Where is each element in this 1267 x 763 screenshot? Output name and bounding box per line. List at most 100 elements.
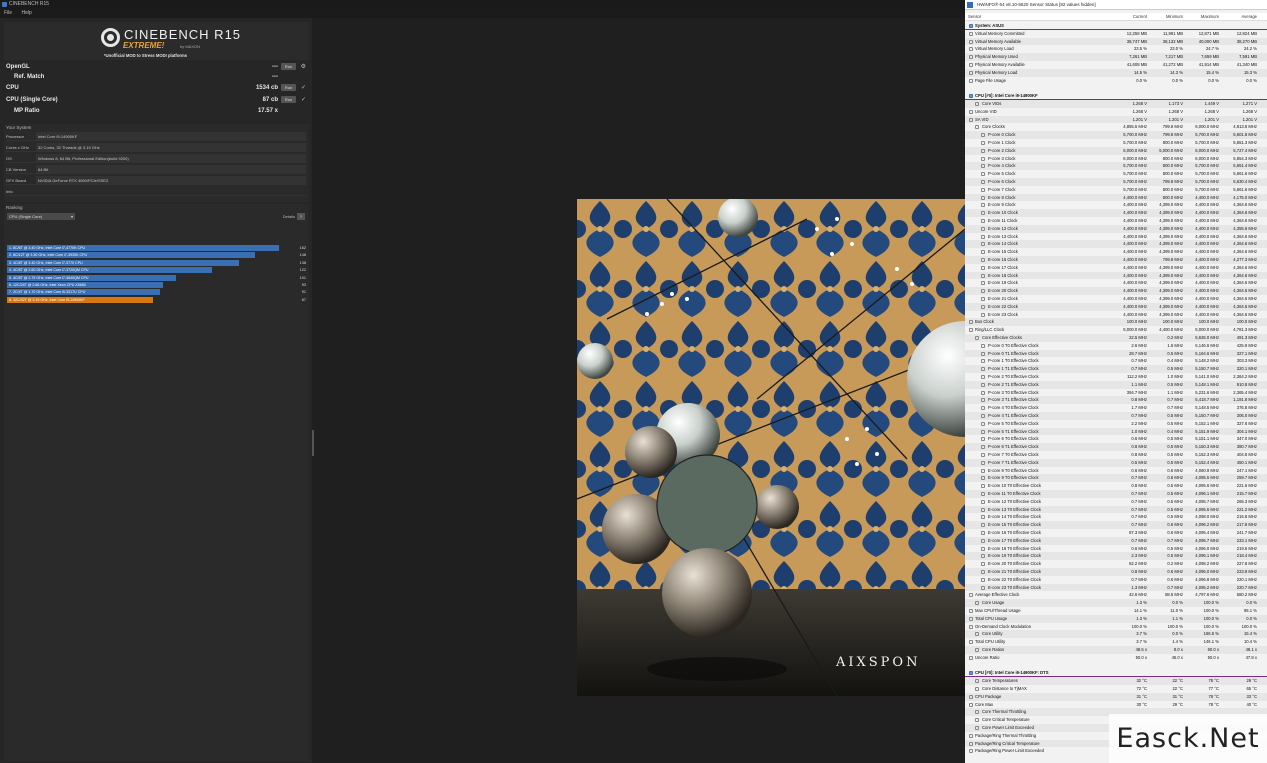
ranking-row[interactable]: 3. 4C/8T @ 3.40 GHz, Intel Core i7-3770 … <box>7 259 307 266</box>
sensor-row[interactable]: E-core 10 Clock 4,400.0 MHz 4,399.0 MHz 4,4… <box>965 209 1267 217</box>
sensor-row[interactable]: E-core 16 T0 Effective Clock 87.3 MHz 0.6 … <box>965 529 1267 537</box>
opengl-settings-icon[interactable]: ⚙ <box>301 62 306 72</box>
sensor-row[interactable]: E-core 19 Clock 4,400.0 MHz 4,399.0 MHz 4,4… <box>965 279 1267 287</box>
sensor-row[interactable]: E-core 9 Clock 4,400.0 MHz 4,399.0 MHz 4,40… <box>965 201 1267 209</box>
sensor-row[interactable]: E-core 21 Clock 4,400.0 MHz 4,399.0 MHz 4,4… <box>965 295 1267 303</box>
sensor-row[interactable]: Core Utility 3.7 % 0.0 % 166.5 % 15.4 % <box>965 630 1267 639</box>
sensor-row[interactable]: P-core 4 T1 Effective Clock 0.7 MHz 0.5 MH… <box>965 412 1267 420</box>
col-maximum[interactable]: Maximum <box>1185 13 1219 21</box>
sensor-row[interactable]: P-core 1 Clock 5,700.0 MHz 800.0 MHz 5,700.… <box>965 139 1267 147</box>
sensor-row[interactable]: Ring/LLC Clock 5,000.0 MHz 4,400.0 MHz 5,00… <box>965 326 1267 334</box>
sensor-row[interactable]: E-core 23 T0 Effective Clock 1.3 MHz 0.7 M… <box>965 583 1267 592</box>
sensor-row[interactable]: E-core 11 Clock 4,400.0 MHz 4,399.0 MHz 4,4… <box>965 217 1267 225</box>
sensor-row[interactable]: Uncore VID 1.268 V 1.268 V 1.268 V 1.268 V <box>965 108 1267 116</box>
sensor-row[interactable]: E-core 14 Clock 4,400.0 MHz 4,399.0 MHz 4,4… <box>965 240 1267 249</box>
sensor-row[interactable]: Total CPU Usage 1.3 % 1.1 % 100.0 % 0.0 % <box>965 614 1267 623</box>
sensor-row[interactable]: P-core 2 T1 Effective Clock 1.1 MHz 0.5 MH… <box>965 380 1267 389</box>
sensor-row[interactable]: E-core 9 T0 Effective Clock 0.7 MHz 0.6 MH… <box>965 474 1267 483</box>
sensor-row[interactable]: E-core 20 Clock 4,400.0 MHz 4,399.0 MHz 4,4… <box>965 287 1267 295</box>
ranking-info-button[interactable]: ? <box>297 213 305 220</box>
ranking-row[interactable]: 7. 2C/4T @ 1.70 GHz, Intel Core i5-3317U… <box>7 289 307 296</box>
sensor-row[interactable]: CPU Package 31 °C 31 °C 78 °C 33 °C <box>965 692 1267 701</box>
ranking-row[interactable]: 5. 4C/8T @ 2.79 GHz, Intel Core i7-3840Q… <box>7 274 307 281</box>
sensor-row[interactable]: Core Clocks 4,855.5 MHz 799.8 MHz 6,000.0 M… <box>965 123 1267 131</box>
sensor-row[interactable]: Bus Clock 100.0 MHz 100.0 MHz 100.0 MHz 100.… <box>965 318 1267 327</box>
sensor-row[interactable]: E-core 18 T0 Effective Clock 0.6 MHz 0.5 M… <box>965 545 1267 553</box>
sensor-row[interactable]: E-core 23 Clock 4,400.0 MHz 4,399.0 MHz 4,4… <box>965 311 1267 319</box>
sensor-row[interactable]: P-core 2 Clock 6,000.0 MHz 5,000.0 MHz 6,00… <box>965 146 1267 155</box>
sensor-row[interactable]: Core Effective Clocks 22.5 MHz 0.2 MHz 5,63… <box>965 334 1267 342</box>
sensor-row[interactable]: Core Usage 1.3 % 0.0 % 100.0 % 0.0 % <box>965 599 1267 607</box>
ranking-details-label[interactable]: Details <box>283 213 295 220</box>
sensor-row[interactable]: P-core 1 T0 Effective Clock 0.7 MHz 0.4 MH… <box>965 357 1267 365</box>
sensor-row[interactable]: P-core 5 Clock 5,700.0 MHz 800.0 MHz 5,700.… <box>965 170 1267 178</box>
sensor-row[interactable]: E-core 13 Clock 4,400.0 MHz 4,399.0 MHz 4,4… <box>965 233 1267 241</box>
col-current[interactable]: Current <box>1113 13 1147 21</box>
sensor-row[interactable]: Core Temperatures 32 °C 22 °C 78 °C 29 °C <box>965 677 1267 685</box>
sensor-row[interactable]: P-core 0 T0 Effective Clock 2.6 MHz 1.6 MH… <box>965 342 1267 350</box>
sensor-row[interactable]: P-core 6 T0 Effective Clock 0.6 MHz 0.5 MH… <box>965 435 1267 443</box>
sensor-row[interactable]: Virtual Memory Committed 12,258 MB 11,991 … <box>965 30 1267 38</box>
sensor-row[interactable]: Total CPU Utility 3.7 % 1.4 % 146.1 % 10.4 % <box>965 638 1267 646</box>
sensor-row[interactable]: P-core 5 T0 Effective Clock 2.2 MHz 0.5 MH… <box>965 420 1267 428</box>
sensor-row[interactable]: P-core 0 T1 Effective Clock 28.7 MHz 0.5 M… <box>965 349 1267 358</box>
sensor-row[interactable]: Page File Usage 0.0 % 0.0 % 0.0 % 0.0 % <box>965 77 1267 85</box>
sensor-row[interactable]: P-core 7 T0 Effective Clock 0.8 MHz 0.5 MH… <box>965 451 1267 459</box>
sensor-row[interactable]: Physical Memory Used 7,261 MB 7,217 MB 7,65… <box>965 53 1267 61</box>
sensor-row[interactable]: Core VIDs 1.268 V 1.173 V 1.449 V 1.271 V <box>965 100 1267 108</box>
ranking-row[interactable]: 6. 12C/24T @ 2.66 GHz, Intel Xeon CPU X5… <box>7 282 307 288</box>
sensor-row[interactable]: E-core 17 Clock 4,400.0 MHz 4,399.0 MHz 4,4… <box>965 264 1267 272</box>
sensor-row[interactable]: Core Distance to TjMAX 72 °C 22 °C 77 °C 65 … <box>965 685 1267 693</box>
col-average[interactable]: Average <box>1223 13 1257 21</box>
sensor-row[interactable]: P-core 5 T1 Effective Clock 1.0 MHz 0.4 MH… <box>965 427 1267 436</box>
sensor-row[interactable]: E-core 22 Clock 4,400.0 MHz 4,399.0 MHz 4,4… <box>965 302 1267 311</box>
sensor-row[interactable]: Virtual Memory Load 23.5 % 23.0 % 24.7 % 24.… <box>965 45 1267 53</box>
sensor-row[interactable]: P-core 7 T1 Effective Clock 0.5 MHz 0.5 MH… <box>965 458 1267 467</box>
sensor-row[interactable]: SA VID 1.201 V 1.201 V 1.201 V 1.201 V <box>965 115 1267 124</box>
sensor-row[interactable]: P-core 6 Clock 5,700.0 MHz 799.8 MHz 5,700.… <box>965 178 1267 186</box>
sensor-row[interactable]: E-core 19 T0 Effective Clock 2.3 MHz 0.5 M… <box>965 552 1267 561</box>
sensor-row[interactable]: E-core 21 T0 Effective Clock 0.8 MHz 0.6 M… <box>965 568 1267 576</box>
menu-file[interactable]: File <box>4 10 12 16</box>
ranking-row[interactable]: 1. 6C/6T @ 3.40 GHz, Intel Core i7-4770K… <box>7 245 307 251</box>
sensor-row[interactable]: E-core 8 T0 Effective Clock 0.6 MHz 0.6 MH… <box>965 467 1267 475</box>
sensor-row[interactable]: P-core 4 Clock 5,700.0 MHz 800.0 MHz 5,700.… <box>965 162 1267 171</box>
sensor-row[interactable]: E-core 16 Clock 4,400.0 MHz 799.8 MHz 4,400… <box>965 256 1267 264</box>
sensor-row[interactable]: Physical Memory Load 14.5 % 14.3 % 15.4 % 15… <box>965 68 1267 77</box>
sensor-row[interactable]: E-core 14 T0 Effective Clock 0.7 MHz 0.5 M… <box>965 513 1267 521</box>
cpu-check-icon[interactable]: ✓ <box>301 83 306 93</box>
ranking-category-select[interactable]: CPU (Single Core) ▾ <box>7 213 75 220</box>
col-sensor[interactable]: Sensor <box>968 13 981 21</box>
sensor-row[interactable]: E-core 15 T0 Effective Clock 0.7 MHz 0.6 M… <box>965 521 1267 529</box>
sensor-row[interactable]: P-core 6 T1 Effective Clock 0.8 MHz 0.5 MH… <box>965 443 1267 451</box>
sensor-row[interactable]: E-core 22 T0 Effective Clock 0.7 MHz 0.6 M… <box>965 576 1267 584</box>
sensor-row[interactable]: E-core 20 T0 Effective Clock 82.2 MHz 0.2 … <box>965 560 1267 568</box>
ranking-row[interactable]: 8. 32C/32T @ 3.19 GHz, Intel Core i9-149… <box>7 296 307 303</box>
sensor-row[interactable]: On-Demand Clock Modulation 100.0 % 100.0 %… <box>965 623 1267 631</box>
sensor-row[interactable]: E-core 18 Clock 4,400.0 MHz 4,399.0 MHz 4,4… <box>965 271 1267 280</box>
sensor-row[interactable]: E-core 12 T0 Effective Clock 0.7 MHz 0.5 M… <box>965 498 1267 506</box>
panel-splitter-handle[interactable] <box>312 430 314 456</box>
ranking-row[interactable]: 2. 6C/12T @ 3.30 GHz, Intel Core i7-3930… <box>7 252 307 259</box>
sensor-row[interactable]: E-core 12 Clock 4,400.0 MHz 4,399.0 MHz 4,4… <box>965 224 1267 233</box>
sensor-row[interactable]: Core Max 30 °C 29 °C 78 °C 40 °C <box>965 701 1267 709</box>
sensor-row[interactable]: P-core 2 T0 Effective Clock 112.2 MHz 1.0 … <box>965 373 1267 381</box>
sensor-row[interactable]: P-core 3 Clock 6,000.0 MHz 800.0 MHz 6,000.… <box>965 155 1267 163</box>
sensor-group-header[interactable]: System: ASUS <box>965 22 1267 30</box>
opengl-run-button[interactable]: Run <box>281 63 296 70</box>
sensor-row[interactable]: Core Ratios 48.5 x 8.0 x 60.0 x 48.1 x <box>965 646 1267 654</box>
cpu-run-button[interactable]: Run <box>281 84 296 91</box>
sensor-group-header[interactable]: CPU [#0]: Intel Core i9-14900KF: DTS <box>965 669 1267 677</box>
sensor-row[interactable]: Virtual Memory Available 38,747 MB 38,132 … <box>965 37 1267 46</box>
single-core-check-icon[interactable]: ✓ <box>301 95 306 105</box>
sensor-row[interactable]: P-core 0 Clock 5,700.0 MHz 799.8 MHz 5,700.… <box>965 131 1267 139</box>
sensor-row[interactable]: E-core 10 T0 Effective Clock 0.8 MHz 0.5 M… <box>965 482 1267 490</box>
sensor-row[interactable]: P-core 3 T0 Effective Clock 394.7 MHz 1.1 … <box>965 389 1267 397</box>
sensor-row[interactable]: P-core 3 T1 Effective Clock 0.8 MHz 0.7 MH… <box>965 396 1267 405</box>
ranking-row[interactable]: 4. 4C/8T @ 2.60 GHz, Intel Core i7-3720Q… <box>7 267 307 274</box>
menu-help[interactable]: Help <box>21 10 31 16</box>
sensor-row[interactable]: E-core 15 Clock 4,400.0 MHz 4,399.0 MHz 4,4… <box>965 248 1267 256</box>
sensor-row[interactable]: E-core 13 T0 Effective Clock 0.7 MHz 0.5 M… <box>965 505 1267 514</box>
sensor-row[interactable]: Max CPU/Thread Usage 14.1 % 11.0 % 100.0 % 9… <box>965 607 1267 615</box>
sensor-row[interactable]: Physical Memory Available 41,608 MB 41,272… <box>965 61 1267 69</box>
